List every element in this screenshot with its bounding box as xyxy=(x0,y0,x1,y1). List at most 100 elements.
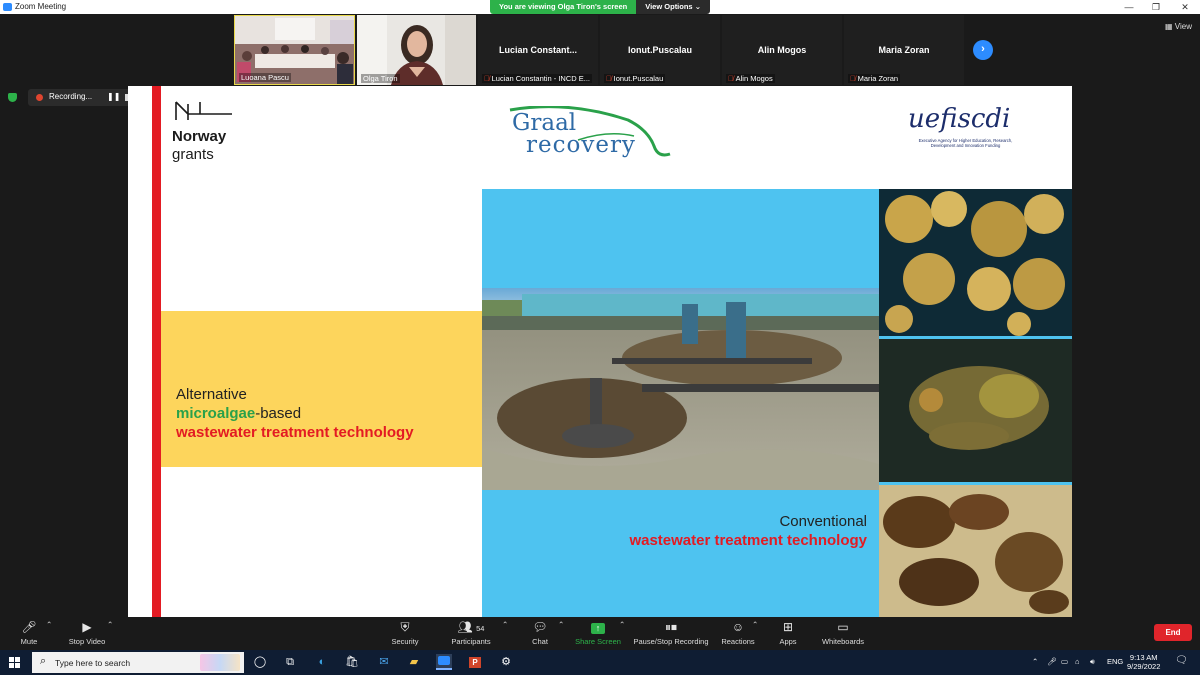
microscope-image xyxy=(879,336,1072,482)
whiteboards-button[interactable]: ▭ Whiteboards xyxy=(820,620,866,646)
tray-battery-icon[interactable]: ▭ xyxy=(1061,657,1068,666)
search-placeholder: Type here to search xyxy=(55,658,131,668)
tray-mic-icon[interactable]: 🎤︎ xyxy=(1047,657,1057,666)
alt-line-3: wastewater treatment technology xyxy=(176,424,414,441)
graal-recovery-logo: Graal recovery xyxy=(508,106,678,166)
video-tile[interactable]: Ionut.Puscalau 🎙̸ Ionut.Puscalau xyxy=(600,15,720,85)
security-button[interactable]: ⛨ Security xyxy=(388,620,422,646)
video-options-chevron-icon[interactable]: ⌃ xyxy=(107,620,113,629)
uefiscdi-logo: uefiscdi Executive Agency for Higher Edu… xyxy=(908,104,1013,148)
whiteboard-icon: ▭ xyxy=(837,620,849,634)
mic-muted-icon: 🎙̸ xyxy=(484,74,490,83)
participants-icon: 👥︎ xyxy=(457,620,473,634)
mail-icon[interactable]: ✉ xyxy=(376,654,392,670)
tray-volume-icon[interactable]: 🔊︎ xyxy=(1090,657,1095,667)
participant-display-name: Alin Mogos xyxy=(757,45,807,55)
taskbar-search-box[interactable]: ⌕ Type here to search xyxy=(32,652,244,673)
view-options-button[interactable]: View Options ⌄ xyxy=(636,0,710,14)
mic-muted-icon: 🎙̸ xyxy=(850,74,856,83)
alt-line-2: microalgae-based xyxy=(176,405,302,422)
security-shield-icon xyxy=(8,93,17,102)
participant-name: Lucian Constantin - INCD E... xyxy=(491,74,591,83)
input-language[interactable]: ENG xyxy=(1107,657,1123,666)
video-camera-icon: ▶︎ xyxy=(82,620,92,634)
mute-button[interactable]: 🎤︎ Mute xyxy=(14,620,44,646)
close-button[interactable]: ✕ xyxy=(1172,0,1198,14)
zoom-app-icon xyxy=(3,3,12,11)
task-view-icon[interactable]: ⧉ xyxy=(282,654,298,670)
tray-network-icon[interactable]: ⌂ xyxy=(1075,657,1080,666)
zoom-taskbar-icon[interactable] xyxy=(436,654,452,670)
participant-name: Maria Zoran xyxy=(857,74,899,83)
shield-icon: ⛨ xyxy=(400,620,410,634)
pause-stop-recording-button[interactable]: ⏸︎⏹︎ Pause/Stop Recording xyxy=(632,620,710,646)
conv-line-2: wastewater treatment technology xyxy=(629,532,867,549)
blue-panel-top xyxy=(482,189,879,288)
chat-button[interactable]: 💬︎ Chat xyxy=(526,620,554,646)
notifications-icon[interactable]: 🗨︎ xyxy=(1175,655,1188,666)
microalgae-image-2 xyxy=(879,336,1072,482)
apps-icon: ⊞ xyxy=(782,620,794,634)
shared-slide: Norway grants Graal recovery uefiscdi Exe… xyxy=(128,86,1072,617)
reactions-options-chevron-icon[interactable]: ⌃ xyxy=(752,620,758,629)
alt-line-1: Alternative xyxy=(176,386,247,403)
norway-grants-text: Norway grants xyxy=(172,128,227,163)
blue-panel-bottom xyxy=(482,490,879,617)
cortana-icon[interactable]: ◯ xyxy=(252,654,268,670)
video-tile[interactable]: Lucian Constant... 🎙̸ Lucian Constantin -… xyxy=(478,15,598,85)
end-meeting-button[interactable]: End xyxy=(1154,624,1192,641)
grid-icon: ▦ xyxy=(1165,22,1173,31)
audio-options-chevron-icon[interactable]: ⌃ xyxy=(46,620,52,629)
next-page-arrow-icon[interactable]: › xyxy=(973,40,993,60)
viewing-message: You are viewing Olga Tiron's screen xyxy=(490,0,637,14)
share-screen-icon: ↑ xyxy=(591,623,605,634)
pause-stop-icon: ⏸︎⏹︎ xyxy=(664,620,677,634)
microscope-image xyxy=(879,482,1072,617)
tray-expand-chevron-icon[interactable]: ⌃ xyxy=(1032,657,1038,666)
settings-gear-icon[interactable]: ⚙ xyxy=(498,654,514,670)
view-button[interactable]: ▦ View xyxy=(1165,22,1192,31)
slide-red-bar xyxy=(152,86,161,617)
store-icon[interactable]: 🛍︎ xyxy=(344,654,360,670)
file-explorer-icon[interactable]: ▰ xyxy=(406,654,422,670)
windows-start-icon[interactable] xyxy=(9,657,20,668)
smiley-plus-icon: ☺︎ xyxy=(731,620,745,634)
aeration-tank-image xyxy=(482,288,879,490)
clock-time: 9:13 AM xyxy=(1129,653,1158,662)
share-screen-button[interactable]: ↑ Share Screen xyxy=(574,620,622,646)
edge-browser-icon[interactable]: ◐ xyxy=(314,654,330,670)
video-tile[interactable]: Maria Zoran 🎙̸ Maria Zoran xyxy=(844,15,964,85)
clock-date: 9/29/2022 xyxy=(1127,662,1161,671)
participants-button[interactable]: 👥︎ 54 Participants xyxy=(448,620,494,646)
reactions-button[interactable]: ☺︎ Reactions xyxy=(720,620,756,646)
recording-label: Recording... xyxy=(49,92,93,101)
participant-name: Luoana Pascu xyxy=(239,73,291,82)
video-gallery-strip: Luoana Pascu Olga Tiron Lucian Constant.… xyxy=(0,14,1200,86)
video-tile[interactable]: Luoana Pascu xyxy=(234,15,355,85)
search-highlight-icon xyxy=(200,654,240,671)
chat-options-chevron-icon[interactable]: ⌃ xyxy=(558,620,564,629)
video-tile[interactable]: Olga Tiron xyxy=(357,15,476,85)
recording-indicator: Recording... ❚❚ xyxy=(4,89,136,106)
participant-name: Olga Tiron xyxy=(361,74,400,83)
participant-display-name: Ionut.Puscalau xyxy=(627,45,692,55)
participants-count: 54 xyxy=(476,624,485,633)
apps-button[interactable]: ⊞ Apps xyxy=(776,620,800,646)
video-tile[interactable]: Alin Mogos 🎙̸ Alin Mogos xyxy=(722,15,842,85)
microalgae-image-3 xyxy=(879,482,1072,617)
window-title: Zoom Meeting xyxy=(15,2,67,11)
maximize-button[interactable]: ❐ xyxy=(1143,0,1169,14)
taskbar-clock[interactable]: 9:13 AM 9/29/2022 xyxy=(1127,653,1160,671)
pause-recording-icon[interactable]: ❚❚ xyxy=(107,92,120,101)
participant-display-name: Maria Zoran xyxy=(878,45,930,55)
stop-video-button[interactable]: ▶︎ Stop Video xyxy=(64,620,110,646)
participants-options-chevron-icon[interactable]: ⌃ xyxy=(502,620,508,629)
recording-dot-icon xyxy=(36,94,43,101)
share-options-chevron-icon[interactable]: ⌃ xyxy=(619,620,625,629)
powerpoint-icon[interactable]: P xyxy=(467,654,483,670)
microscope-image xyxy=(879,189,1072,336)
aeration-tank-photo xyxy=(482,288,879,490)
norway-grants-logo-icon xyxy=(175,101,232,120)
minimize-button[interactable]: — xyxy=(1116,0,1142,14)
participant-display-name: Lucian Constant... xyxy=(498,45,577,55)
